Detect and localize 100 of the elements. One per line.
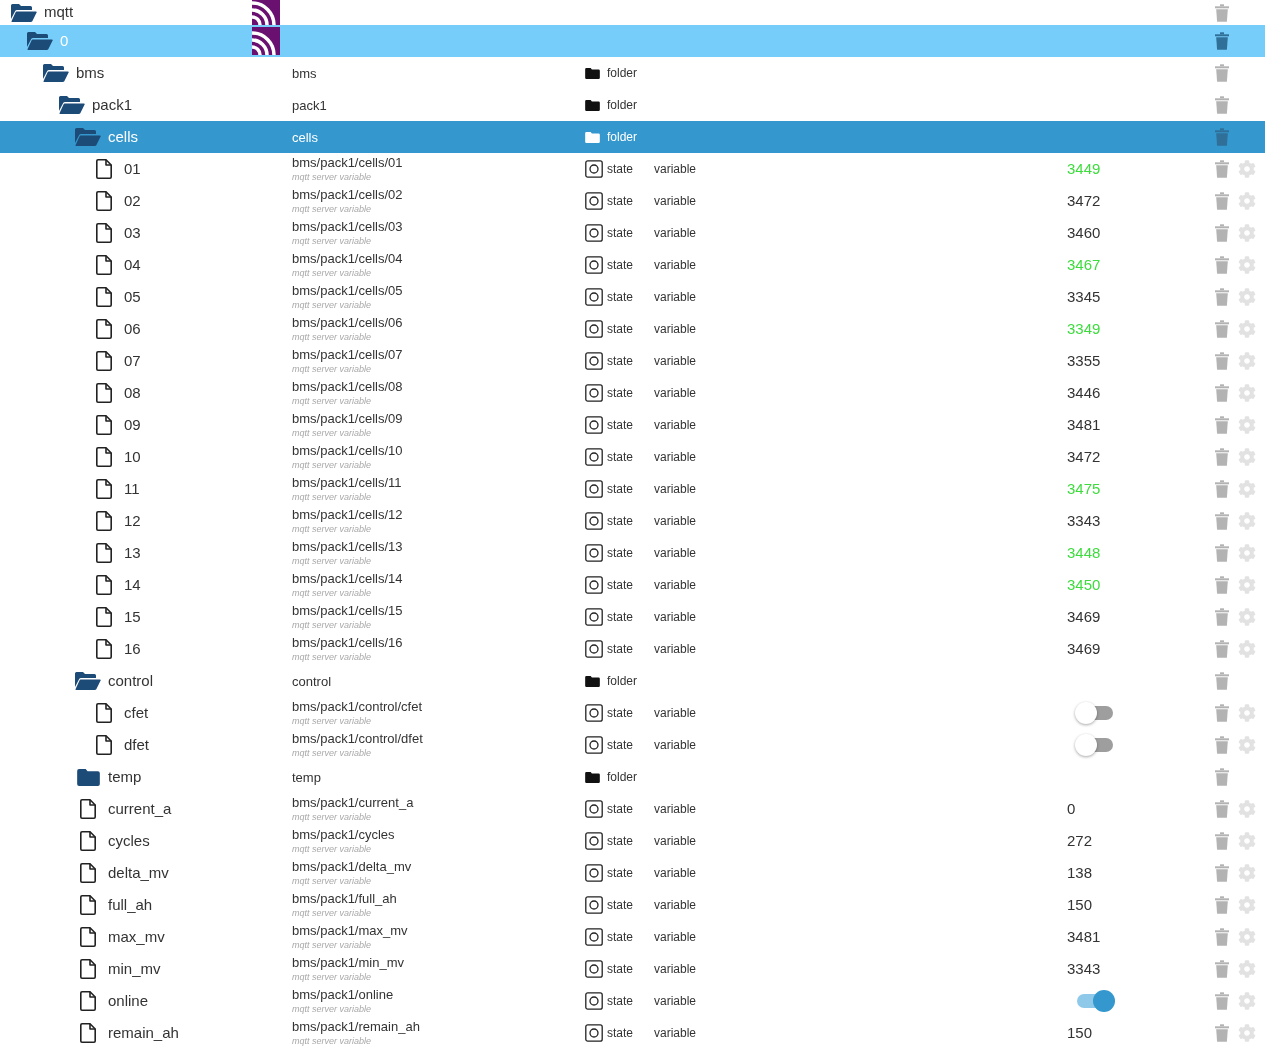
trash-icon[interactable] xyxy=(1215,96,1229,114)
tree-row[interactable]: pack1 pack1 folder xyxy=(0,89,1265,121)
trash-icon[interactable] xyxy=(1215,384,1229,402)
gear-icon[interactable] xyxy=(1238,992,1256,1010)
tree-row[interactable]: 14 bms/pack1/cells/14 mqtt server variable state variable 3450 xyxy=(0,569,1265,601)
gear-icon[interactable] xyxy=(1238,480,1256,498)
tree-row[interactable]: 07 bms/pack1/cells/07 mqtt server variable state variable 3355 xyxy=(0,345,1265,377)
gear-icon[interactable] xyxy=(1238,544,1256,562)
gear-icon[interactable] xyxy=(1238,864,1256,882)
gear-icon[interactable] xyxy=(1238,832,1256,850)
tree-row[interactable]: delta_mv bms/pack1/delta_mv mqtt server variable state variable 138 xyxy=(0,857,1265,889)
tree-row[interactable]: dfet bms/pack1/control/dfet mqtt server variable state variable xyxy=(0,729,1265,761)
gear-icon[interactable] xyxy=(1238,224,1256,242)
trash-icon[interactable] xyxy=(1215,640,1229,658)
object-type: state xyxy=(607,545,633,562)
trash-icon[interactable] xyxy=(1215,128,1229,146)
gear-icon[interactable] xyxy=(1238,736,1256,754)
gear-icon[interactable] xyxy=(1238,256,1256,274)
file-icon xyxy=(80,831,96,851)
tree-row[interactable]: 12 bms/pack1/cells/12 mqtt server variable state variable 3343 xyxy=(0,505,1265,537)
trash-icon[interactable] xyxy=(1215,576,1229,594)
tree-row[interactable]: 03 bms/pack1/cells/03 mqtt server variable state variable 3460 xyxy=(0,217,1265,249)
object-role: variable xyxy=(654,481,697,498)
tree-row[interactable]: cfet bms/pack1/control/cfet mqtt server variable state variable xyxy=(0,697,1265,729)
tree-row[interactable]: control control folder xyxy=(0,665,1265,697)
gear-icon[interactable] xyxy=(1238,960,1256,978)
gear-icon[interactable] xyxy=(1238,192,1256,210)
object-description: mqtt server variable xyxy=(292,396,373,407)
toggle-switch[interactable] xyxy=(1075,702,1115,724)
tree-row[interactable]: 09 bms/pack1/cells/09 mqtt server variable state variable 3481 xyxy=(0,409,1265,441)
tree-row[interactable]: 16 bms/pack1/cells/16 mqtt server variable state variable 3469 xyxy=(0,633,1265,665)
gear-icon[interactable] xyxy=(1238,576,1256,594)
toggle-switch[interactable] xyxy=(1075,990,1115,1012)
trash-icon[interactable] xyxy=(1215,736,1229,754)
trash-icon[interactable] xyxy=(1215,320,1229,338)
gear-icon[interactable] xyxy=(1238,416,1256,434)
trash-icon[interactable] xyxy=(1215,896,1229,914)
tree-row[interactable]: online bms/pack1/online mqtt server variable state variable xyxy=(0,985,1265,1017)
trash-icon[interactable] xyxy=(1215,512,1229,530)
toggle-switch[interactable] xyxy=(1075,734,1115,756)
tree-row[interactable]: 15 bms/pack1/cells/15 mqtt server variable state variable 3469 xyxy=(0,601,1265,633)
tree-row[interactable]: cycles bms/pack1/cycles mqtt server variable state variable 272 xyxy=(0,825,1265,857)
gear-icon[interactable] xyxy=(1238,640,1256,658)
object-description: mqtt server variable xyxy=(292,908,373,919)
tree-row[interactable]: remain_ah bms/pack1/remain_ah mqtt server variable state variable 150 xyxy=(0,1017,1265,1049)
trash-icon[interactable] xyxy=(1215,960,1229,978)
trash-icon[interactable] xyxy=(1215,928,1229,946)
tree-row[interactable]: 02 bms/pack1/cells/02 mqtt server variable state variable 3472 xyxy=(0,185,1265,217)
trash-icon[interactable] xyxy=(1215,32,1229,50)
trash-icon[interactable] xyxy=(1215,672,1229,690)
gear-icon[interactable] xyxy=(1238,1024,1256,1042)
trash-icon[interactable] xyxy=(1215,992,1229,1010)
tree-row[interactable]: bms bms folder xyxy=(0,57,1265,89)
trash-icon[interactable] xyxy=(1215,768,1229,786)
gear-icon[interactable] xyxy=(1238,896,1256,914)
trash-icon[interactable] xyxy=(1215,832,1229,850)
tree-row[interactable]: 13 bms/pack1/cells/13 mqtt server variable state variable 3448 xyxy=(0,537,1265,569)
gear-icon[interactable] xyxy=(1238,704,1256,722)
trash-icon[interactable] xyxy=(1215,448,1229,466)
tree-row[interactable]: 05 bms/pack1/cells/05 mqtt server variable state variable 3345 xyxy=(0,281,1265,313)
tree-row[interactable]: 10 bms/pack1/cells/10 mqtt server variable state variable 3472 xyxy=(0,441,1265,473)
node-name: 03 xyxy=(124,222,141,243)
trash-icon[interactable] xyxy=(1215,608,1229,626)
gear-icon[interactable] xyxy=(1238,320,1256,338)
gear-icon[interactable] xyxy=(1238,928,1256,946)
tree-row[interactable]: 11 bms/pack1/cells/11 mqtt server variable state variable 3475 xyxy=(0,473,1265,505)
tree-row[interactable]: current_a bms/pack1/current_a mqtt server variable state variable 0 xyxy=(0,793,1265,825)
gear-icon[interactable] xyxy=(1238,800,1256,818)
gear-icon[interactable] xyxy=(1238,160,1256,178)
tree-row[interactable]: 01 bms/pack1/cells/01 mqtt server variable state variable 3449 xyxy=(0,153,1265,185)
gear-icon[interactable] xyxy=(1238,288,1256,306)
tree-row[interactable]: min_mv bms/pack1/min_mv mqtt server variable state variable 3343 xyxy=(0,953,1265,985)
trash-icon[interactable] xyxy=(1215,544,1229,562)
trash-icon[interactable] xyxy=(1215,704,1229,722)
trash-icon[interactable] xyxy=(1215,480,1229,498)
trash-icon[interactable] xyxy=(1215,64,1229,82)
trash-icon[interactable] xyxy=(1215,800,1229,818)
tree-row[interactable]: max_mv bms/pack1/max_mv mqtt server variable state variable 3481 xyxy=(0,921,1265,953)
trash-icon[interactable] xyxy=(1215,864,1229,882)
tree-row[interactable]: temp temp folder xyxy=(0,761,1265,793)
tree-row[interactable]: 06 bms/pack1/cells/06 mqtt server variable state variable 3349 xyxy=(0,313,1265,345)
object-type: state xyxy=(607,929,633,946)
tree-row[interactable]: 04 bms/pack1/cells/04 mqtt server variable state variable 3467 xyxy=(0,249,1265,281)
gear-icon[interactable] xyxy=(1238,512,1256,530)
gear-icon[interactable] xyxy=(1238,448,1256,466)
gear-icon[interactable] xyxy=(1238,384,1256,402)
gear-icon[interactable] xyxy=(1238,608,1256,626)
trash-icon[interactable] xyxy=(1215,1024,1229,1042)
gear-icon[interactable] xyxy=(1238,352,1256,370)
trash-icon[interactable] xyxy=(1215,416,1229,434)
tree-row[interactable]: 08 bms/pack1/cells/08 mqtt server variable state variable 3446 xyxy=(0,377,1265,409)
trash-icon[interactable] xyxy=(1215,224,1229,242)
trash-icon[interactable] xyxy=(1215,352,1229,370)
trash-icon[interactable] xyxy=(1215,288,1229,306)
trash-icon[interactable] xyxy=(1215,3,1229,22)
trash-icon[interactable] xyxy=(1215,192,1229,210)
tree-row[interactable]: full_ah bms/pack1/full_ah mqtt server variable state variable 150 xyxy=(0,889,1265,921)
state-value: 150 xyxy=(1067,894,1093,915)
trash-icon[interactable] xyxy=(1215,256,1229,274)
trash-icon[interactable] xyxy=(1215,160,1229,178)
